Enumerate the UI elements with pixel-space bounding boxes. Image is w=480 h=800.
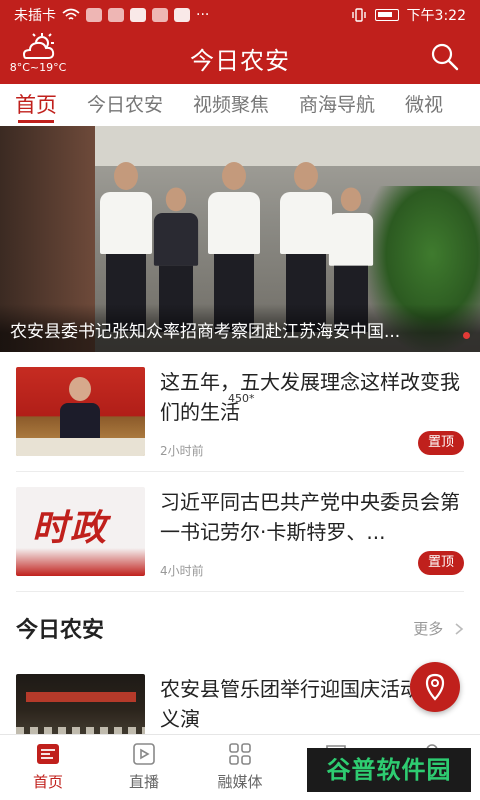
- battery-icon: [374, 9, 399, 21]
- nav-label: 首页: [32, 773, 63, 791]
- divider: [16, 591, 464, 592]
- news-time: 2小时前: [160, 444, 204, 458]
- app-title: 今日农安: [190, 47, 290, 75]
- app-notification-icon: [108, 8, 124, 22]
- section-title: 今日农安: [16, 618, 105, 643]
- pinned-badge: 置顶: [417, 431, 464, 455]
- nav-label: 融媒体: [217, 773, 263, 791]
- app-notification-icon: [152, 8, 168, 22]
- more-link[interactable]: 更多: [413, 618, 464, 639]
- overlay-label: 450*: [228, 392, 255, 405]
- app-notification-icon: [130, 8, 146, 22]
- clock-label: 下午3:22: [406, 8, 466, 24]
- thumbnail-caption: 时政: [32, 507, 109, 549]
- news-list-item[interactable]: 农安县管乐团举行迎国庆活动义演: [16, 674, 464, 734]
- site-watermark: 谷普软件园: [307, 748, 471, 792]
- wifi-icon: [62, 8, 80, 20]
- banner-photo-ceiling: [95, 126, 480, 166]
- carrier-label: 未插卡: [14, 8, 56, 24]
- weibo-icon: [174, 8, 190, 22]
- tab-video-focus[interactable]: 视频聚焦: [178, 84, 284, 126]
- banner-caption-text: 农安县委书记张知众率招商考察团赴江苏海安中国...: [10, 322, 401, 342]
- nav-home[interactable]: 首页: [0, 735, 96, 800]
- tab-micro-video[interactable]: 微视: [390, 84, 458, 126]
- more-link-label: 更多: [413, 620, 444, 638]
- news-list-item[interactable]: 这五年，五大发展理念这样改变我们的生活 2小时前 置顶: [16, 367, 464, 471]
- app-notification-icon: [86, 8, 102, 22]
- news-thumbnail: [16, 367, 145, 456]
- news-title: 农安县管乐团举行迎国庆活动义演: [160, 677, 420, 731]
- location-pin-icon: [425, 673, 445, 701]
- nav-media[interactable]: 融媒体: [192, 735, 288, 800]
- pinned-badge: 置顶: [417, 551, 464, 575]
- news-thumbnail: [16, 674, 145, 734]
- status-bar: 未插卡 ··· 下午3:22: [0, 0, 480, 30]
- tab-home[interactable]: 首页: [0, 84, 72, 126]
- section-header: 今日农安 更多: [16, 604, 464, 654]
- chevron-right-icon: [455, 623, 464, 635]
- news-title: 习近平同古巴共产党中央委员会第一书记劳尔·卡斯特罗、...: [160, 490, 460, 544]
- news-title: 这五年，五大发展理念这样改变我们的生活: [160, 370, 460, 424]
- nav-label: 直播: [128, 773, 159, 791]
- carousel-indicator-dot[interactable]: [463, 332, 470, 339]
- app-header: 8°C~19°C 今日农安: [0, 30, 480, 84]
- tab-business-guide[interactable]: 商海导航: [284, 84, 390, 126]
- vibrate-icon: [351, 8, 366, 22]
- search-button[interactable]: [430, 42, 460, 72]
- news-time: 4小时前: [160, 564, 204, 578]
- channel-tab-bar: 首页 今日农安 视频聚焦 商海导航 微视: [0, 84, 480, 126]
- banner-caption: 农安县委书记张知众率招商考察团赴江苏海安中国...: [0, 304, 480, 352]
- search-icon: [431, 43, 459, 71]
- featured-banner[interactable]: 农安县委书记张知众率招商考察团赴江苏海安中国...: [0, 126, 480, 352]
- news-icon: [37, 744, 59, 764]
- divider: [16, 471, 464, 472]
- news-list-item[interactable]: 时政 习近平同古巴共产党中央委员会第一书记劳尔·卡斯特罗、... 4小时前 置顶: [16, 487, 464, 591]
- news-thumbnail: 时政: [16, 487, 145, 576]
- tab-today-nongan[interactable]: 今日农安: [72, 84, 178, 126]
- more-notifications-label: ···: [196, 7, 210, 23]
- location-fab-button[interactable]: [410, 662, 460, 712]
- nav-live[interactable]: 直播: [96, 735, 192, 800]
- live-icon: [133, 743, 155, 765]
- grid-icon: [229, 743, 251, 765]
